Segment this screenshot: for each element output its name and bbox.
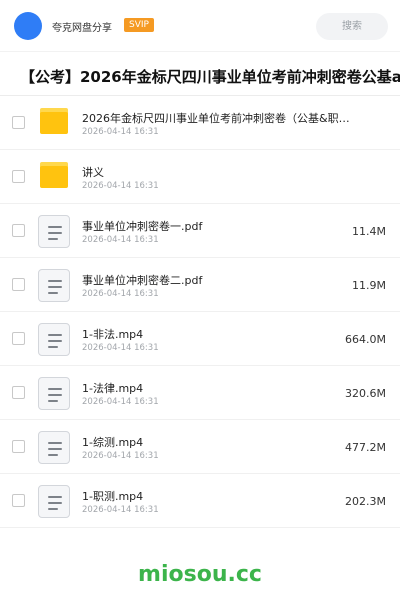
document-icon [38,377,70,410]
file-date: 2026-04-14 16:31 [82,127,159,137]
file-date: 2026-04-14 16:31 [82,235,159,245]
file-row[interactable]: 事业单位冲刺密卷一.pdf 2026-04-14 16:31 11.4M [0,204,400,258]
avatar[interactable] [14,12,42,40]
folder-title-bar: 【公考】2026年金标尺四川事业单位考前冲刺密卷公基am [0,54,400,96]
svip-badge: SVIP [124,18,154,32]
file-date: 2026-04-14 16:31 [82,505,159,515]
select-checkbox[interactable] [12,386,25,399]
file-name: 事业单位冲刺密卷二.pdf [82,274,203,287]
file-size: 320.6M [345,387,386,400]
file-date: 2026-04-14 16:31 [82,397,159,407]
watermark: miosou.cc [138,562,262,587]
file-row[interactable]: 1-非法.mp4 2026-04-14 16:31 664.0M [0,312,400,366]
select-checkbox[interactable] [12,224,25,237]
select-checkbox[interactable] [12,332,25,345]
share-header: 夸克网盘分享 SVIP 搜索 [0,0,400,52]
document-icon [38,431,70,464]
file-name: 2026年金标尺四川事业单位考前冲刺密卷（公基&职… [82,112,350,125]
file-row[interactable]: 2026年金标尺四川事业单位考前冲刺密卷（公基&职… 2026-04-14 16… [0,96,400,150]
search-button[interactable]: 搜索 [316,13,388,40]
folder-title: 【公考】2026年金标尺四川事业单位考前冲刺密卷公基am [20,68,400,86]
file-name: 1-非法.mp4 [82,328,144,341]
file-name: 讲义 [82,166,104,179]
file-size: 11.9M [352,279,386,292]
file-date: 2026-04-14 16:31 [82,343,159,353]
select-checkbox[interactable] [12,494,25,507]
folder-icon [40,162,68,188]
file-date: 2026-04-14 16:31 [82,289,159,299]
file-list: 2026年金标尺四川事业单位考前冲刺密卷（公基&职… 2026-04-14 16… [0,96,400,528]
select-checkbox[interactable] [12,278,25,291]
document-icon [38,323,70,356]
document-icon [38,215,70,248]
file-size: 11.4M [352,225,386,238]
file-size: 477.2M [345,441,386,454]
file-row[interactable]: 事业单位冲刺密卷二.pdf 2026-04-14 16:31 11.9M [0,258,400,312]
folder-icon [40,108,68,134]
file-name: 1-职测.mp4 [82,490,144,503]
file-size: 202.3M [345,495,386,508]
file-row[interactable]: 1-综测.mp4 2026-04-14 16:31 477.2M [0,420,400,474]
file-name: 1-综测.mp4 [82,436,144,449]
select-checkbox[interactable] [12,170,25,183]
file-row[interactable]: 1-法律.mp4 2026-04-14 16:31 320.6M [0,366,400,420]
file-row[interactable]: 讲义 2026-04-14 16:31 [0,150,400,204]
file-row[interactable]: 1-职测.mp4 2026-04-14 16:31 202.3M [0,474,400,528]
file-date: 2026-04-14 16:31 [82,451,159,461]
document-icon [38,485,70,518]
file-name: 事业单位冲刺密卷一.pdf [82,220,203,233]
file-date: 2026-04-14 16:31 [82,181,159,191]
select-checkbox[interactable] [12,440,25,453]
select-checkbox[interactable] [12,116,25,129]
share-title: 夸克网盘分享 [52,23,112,34]
file-size: 664.0M [345,333,386,346]
file-name: 1-法律.mp4 [82,382,144,395]
document-icon [38,269,70,302]
